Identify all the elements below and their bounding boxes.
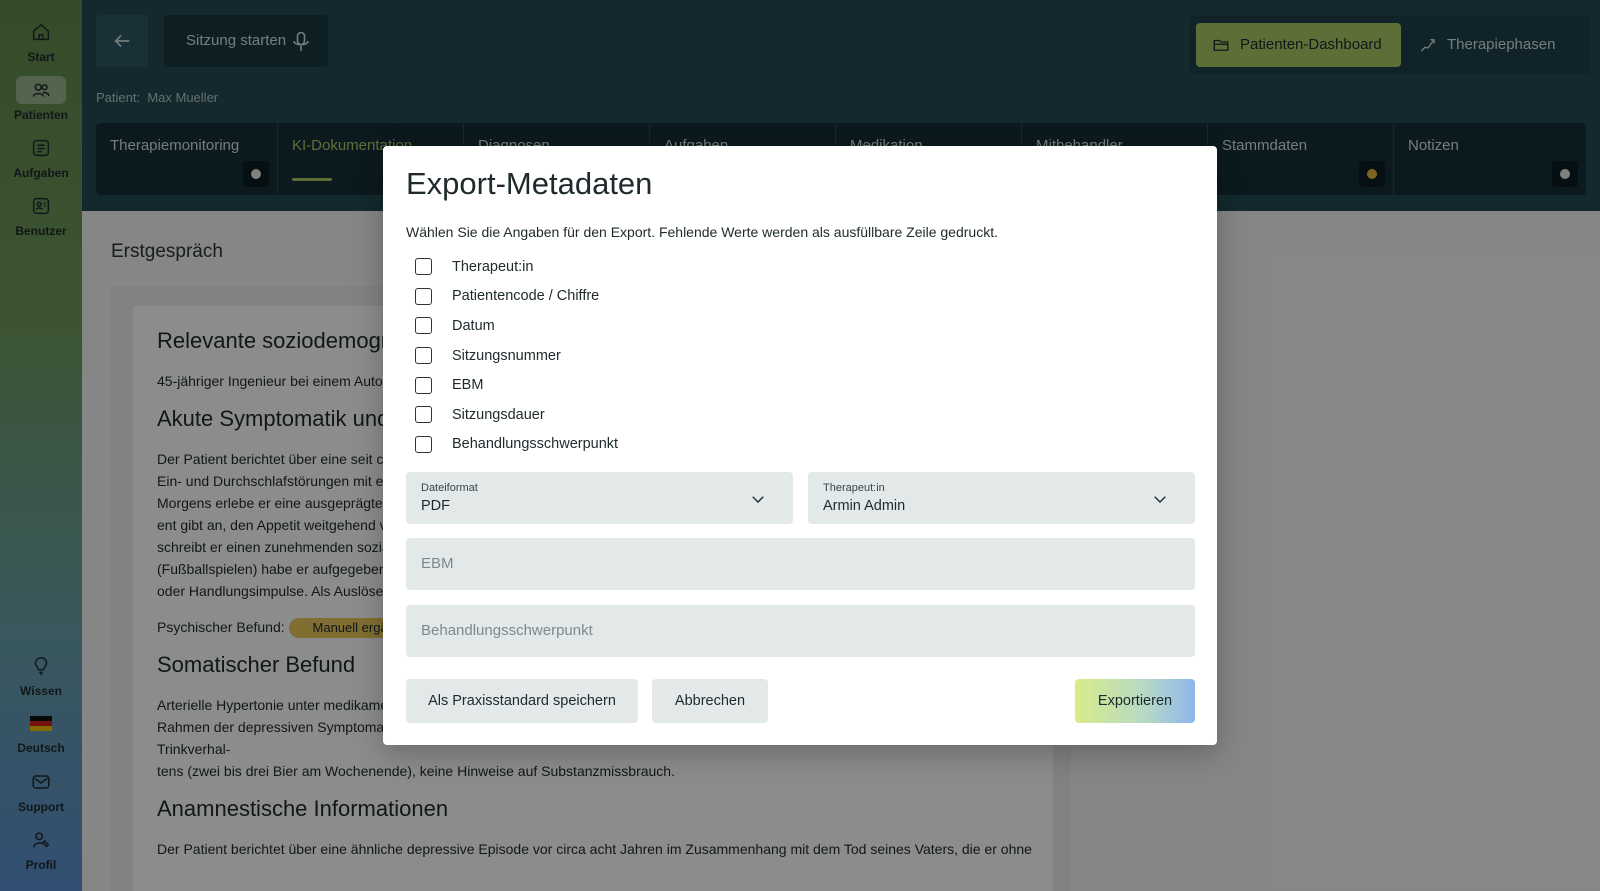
input-placeholder: EBM [421, 555, 454, 572]
treatment-focus-input[interactable]: Behandlungsschwerpunkt [406, 605, 1195, 657]
ebm-input[interactable]: EBM [406, 538, 1195, 590]
metadata-checklist: Therapeut:in Patientencode / Chiffre Dat… [415, 252, 618, 459]
save-default-button[interactable]: Als Praxisstandard speichern [406, 679, 638, 723]
field-value: PDF [421, 498, 450, 514]
checkbox-label: Behandlungsschwerpunkt [452, 436, 619, 453]
checkbox-datum[interactable]: Datum [415, 311, 618, 341]
checkbox-label: Sitzungsdauer [452, 406, 545, 423]
checkbox-label: Patientencode / Chiffre [452, 288, 600, 305]
export-metadata-dialog: Export-Metadaten Wählen Sie die Angaben … [383, 146, 1217, 745]
field-label: Therapeut:in [823, 482, 885, 494]
checkbox[interactable] [415, 435, 432, 453]
file-format-select[interactable]: Dateiformat PDF [406, 472, 793, 524]
chevron-down-icon [1154, 496, 1166, 503]
export-button[interactable]: Exportieren [1075, 679, 1195, 723]
field-value: Armin Admin [823, 498, 906, 514]
checkbox[interactable] [415, 287, 432, 305]
dialog-title: Export-Metadaten [406, 166, 653, 201]
checkbox-sitzungsnummer[interactable]: Sitzungsnummer [415, 341, 618, 371]
checkbox-sitzungsdauer[interactable]: Sitzungsdauer [415, 400, 618, 430]
checkbox-label: Therapeut:in [452, 258, 534, 275]
checkbox[interactable] [415, 376, 432, 394]
cancel-button[interactable]: Abbrechen [652, 679, 768, 723]
input-placeholder: Behandlungsschwerpunkt [421, 622, 593, 639]
checkbox-behandlungsschwerpunkt[interactable]: Behandlungsschwerpunkt [415, 430, 618, 460]
field-label: Dateiformat [421, 482, 478, 494]
checkbox[interactable] [415, 258, 432, 276]
dialog-description: Wählen Sie die Angaben für den Export. F… [406, 224, 998, 240]
checkbox[interactable] [415, 347, 432, 365]
checkbox-label: EBM [452, 377, 484, 394]
checkbox[interactable] [415, 317, 432, 335]
chevron-down-icon [752, 496, 764, 503]
checkbox-therapeut[interactable]: Therapeut:in [415, 252, 618, 282]
checkbox[interactable] [415, 406, 432, 424]
therapist-select[interactable]: Therapeut:in Armin Admin [808, 472, 1195, 524]
checkbox-label: Sitzungsnummer [452, 347, 561, 364]
checkbox-ebm[interactable]: EBM [415, 370, 618, 400]
checkbox-patientencode[interactable]: Patientencode / Chiffre [415, 282, 618, 312]
checkbox-label: Datum [452, 317, 495, 334]
